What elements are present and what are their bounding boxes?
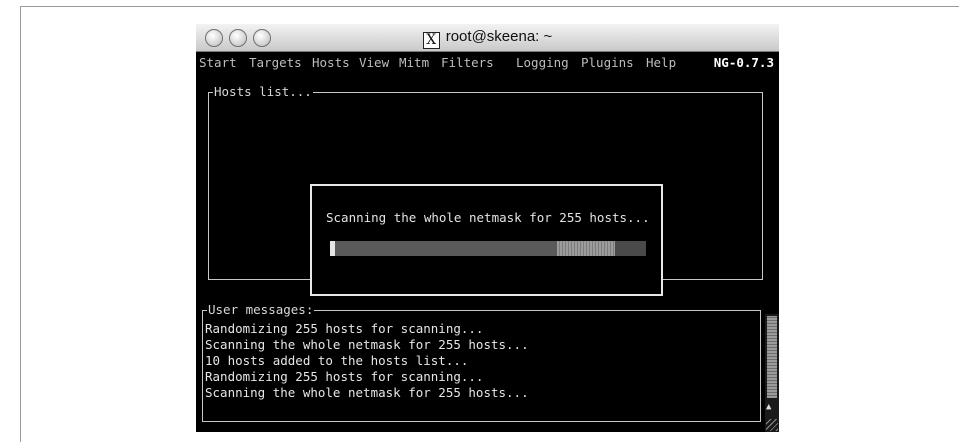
scrollbar[interactable]: ▲ [765, 314, 779, 432]
scan-message: Scanning the whole netmask for 255 hosts… [326, 210, 650, 225]
message-line: Scanning the whole netmask for 255 hosts… [205, 385, 529, 400]
message-line: Scanning the whole netmask for 255 hosts… [205, 337, 529, 352]
progress-cursor [330, 241, 335, 256]
menu-view[interactable]: View [359, 53, 389, 73]
menu-mitm[interactable]: Mitm [399, 53, 429, 73]
message-line: Randomizing 255 hosts for scanning... [205, 369, 484, 384]
user-messages-label: User messages: [207, 302, 315, 318]
menu-start[interactable]: Start [199, 53, 237, 73]
menu-hosts[interactable]: Hosts [312, 53, 350, 73]
scroll-arrow-icon[interactable]: ▲ [766, 402, 771, 412]
user-messages-panel: User messages: Randomizing 255 hosts for… [202, 302, 761, 422]
resize-grip-icon[interactable] [766, 419, 778, 431]
scan-progress-dialog: Scanning the whole netmask for 255 hosts… [310, 184, 663, 296]
progress-indicator [557, 241, 615, 256]
page-frame-left [20, 6, 21, 442]
menu-bar: Start Targets Hosts View Mitm Filters Lo… [196, 53, 779, 73]
menu-plugins[interactable]: Plugins [581, 53, 634, 73]
hosts-list-label: Hosts list... [213, 84, 313, 100]
message-line: Randomizing 255 hosts for scanning... [205, 321, 484, 336]
progress-fill [330, 241, 557, 256]
version-label: NG-0.7.3 [713, 55, 774, 70]
terminal-window: Xroot@skeena: ~ Start Targets Hosts View… [196, 24, 779, 432]
window-title: root@skeena: ~ [445, 28, 553, 45]
message-log: Randomizing 255 hosts for scanning... Sc… [205, 321, 529, 401]
menu-targets[interactable]: Targets [249, 53, 302, 73]
scroll-thumb[interactable] [767, 316, 777, 398]
menu-filters[interactable]: Filters [441, 53, 494, 73]
window-title-wrap: Xroot@skeena: ~ [196, 28, 779, 49]
message-line: 10 hosts added to the hosts list... [205, 353, 469, 368]
title-bar[interactable]: Xroot@skeena: ~ [196, 24, 779, 52]
menu-help[interactable]: Help [646, 53, 676, 73]
scan-progress-bar [330, 241, 646, 256]
page-frame-top [20, 6, 959, 7]
menu-logging[interactable]: Logging [516, 53, 569, 73]
x11-icon: X [422, 32, 440, 49]
